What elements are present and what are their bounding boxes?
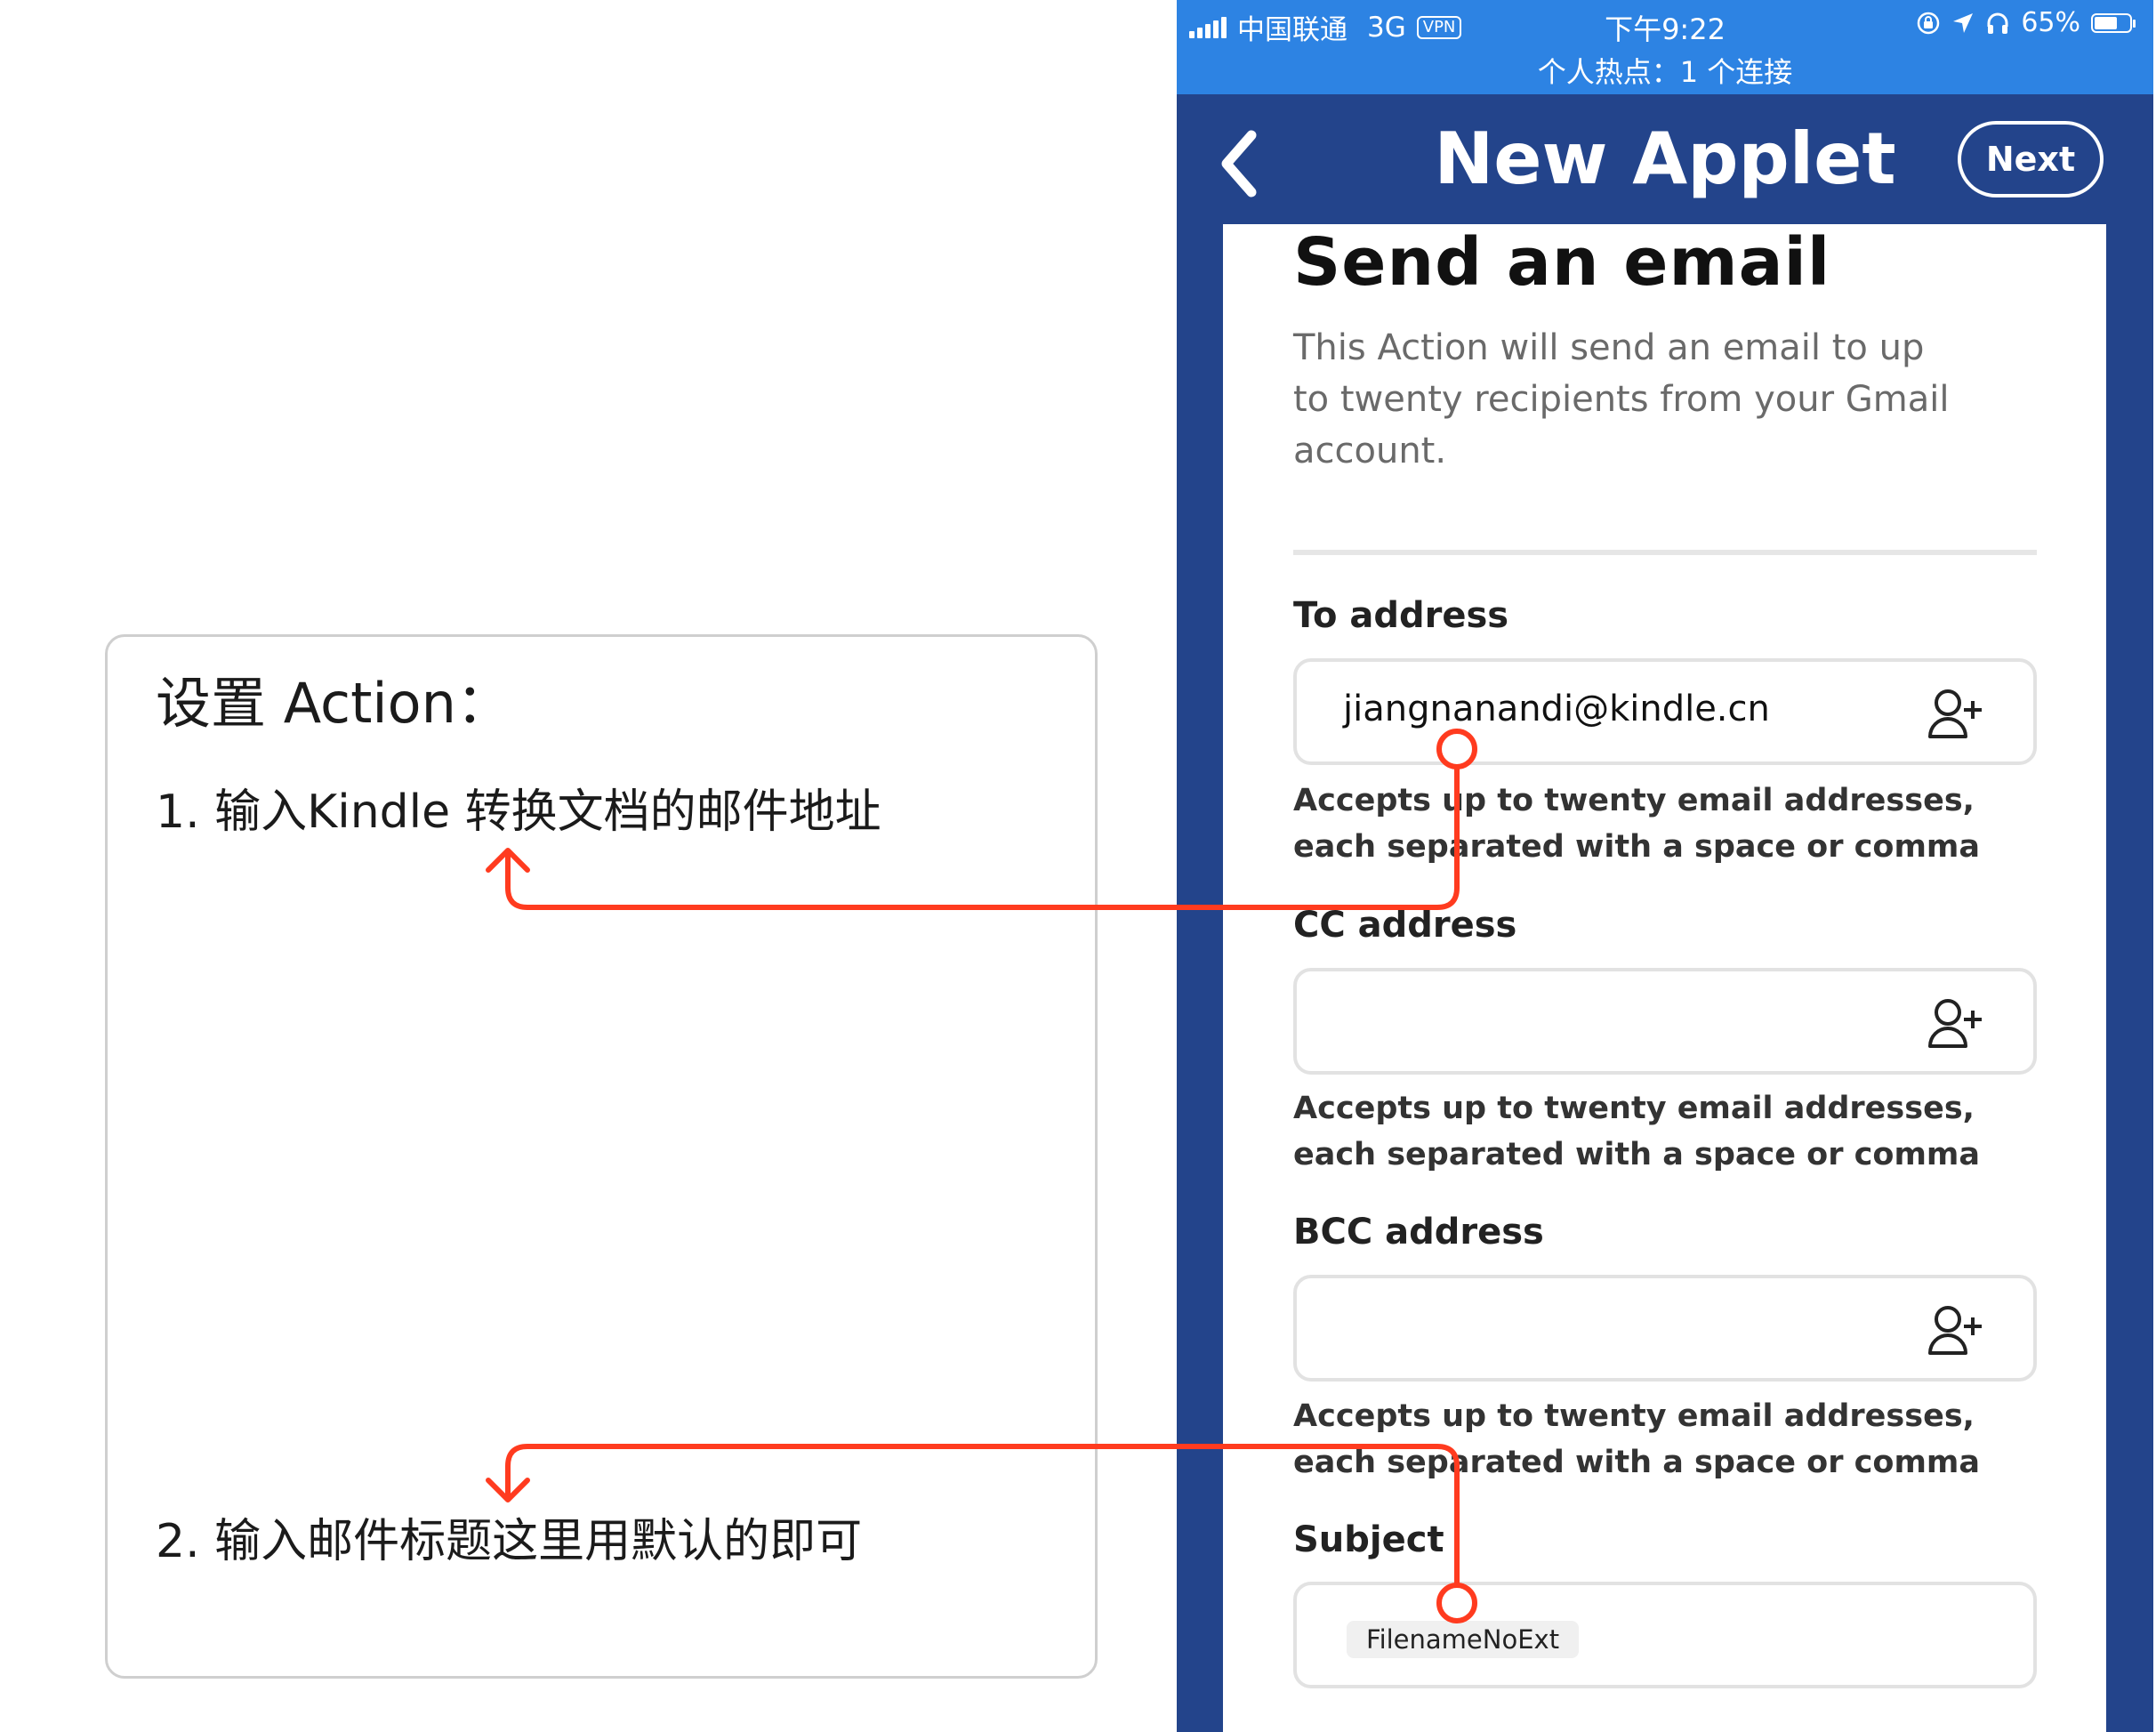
to-address-value: jiangnanandi@kindle.cn: [1343, 689, 1770, 729]
cc-address-field[interactable]: [1293, 968, 2037, 1075]
status-right: 65%: [1916, 7, 2136, 38]
to-address-label: To address: [1293, 595, 1509, 636]
subject-label: Subject: [1293, 1519, 1444, 1560]
nav-bar: New Applet Next: [1177, 94, 2153, 224]
phone-screen: 中国联通 3G VPN 下午9:22 65% 个人热点：1 个连接 New Ap…: [1177, 0, 2153, 1732]
battery-level: [2095, 16, 2117, 29]
add-contact-icon[interactable]: [1927, 685, 1983, 740]
bcc-address-field[interactable]: [1293, 1275, 2037, 1382]
action-description: This Action will send an email to up to …: [1293, 327, 1950, 471]
subject-field[interactable]: FilenameNoExt: [1293, 1582, 2037, 1688]
headphones-icon: [1987, 12, 2008, 34]
ingredient-pill[interactable]: FilenameNoExt: [1347, 1621, 1580, 1658]
to-address-help: Accepts up to twenty email addresses, ea…: [1293, 783, 1981, 865]
lock-rotation-icon: [1918, 12, 1940, 34]
section-divider: [1293, 550, 2037, 555]
add-contact-icon[interactable]: [1927, 995, 1983, 1050]
battery-percent: 65%: [2021, 7, 2080, 38]
cc-address-label: CC address: [1293, 905, 1517, 946]
annotation-step-2: 2. 输入邮件标题这里用默认的即可: [156, 1515, 863, 1568]
hotspot-status: 个人热点：1 个连接: [1537, 55, 1793, 89]
annotation-title: 设置 Action：: [156, 671, 511, 736]
to-address-field[interactable]: jiangnanandi@kindle.cn: [1293, 658, 2037, 765]
annotation-step-1: 1. 输入Kindle 转换文档的邮件地址: [156, 785, 881, 839]
action-title: Send an email: [1293, 224, 1831, 301]
location-arrow-icon: [1953, 12, 1974, 33]
add-contact-icon[interactable]: [1927, 1301, 1983, 1357]
bcc-address-label: BCC address: [1293, 1212, 1544, 1253]
next-button[interactable]: Next: [1958, 121, 2104, 197]
battery-icon: [2091, 12, 2136, 33]
bcc-address-help: Accepts up to twenty email addresses, ea…: [1293, 1398, 1981, 1480]
cc-address-help: Accepts up to twenty email addresses, ea…: [1293, 1091, 1981, 1172]
action-form: Send an email This Action will send an e…: [1223, 224, 2106, 1732]
status-bar: 中国联通 3G VPN 下午9:22 65% 个人热点：1 个连接: [1177, 0, 2153, 94]
